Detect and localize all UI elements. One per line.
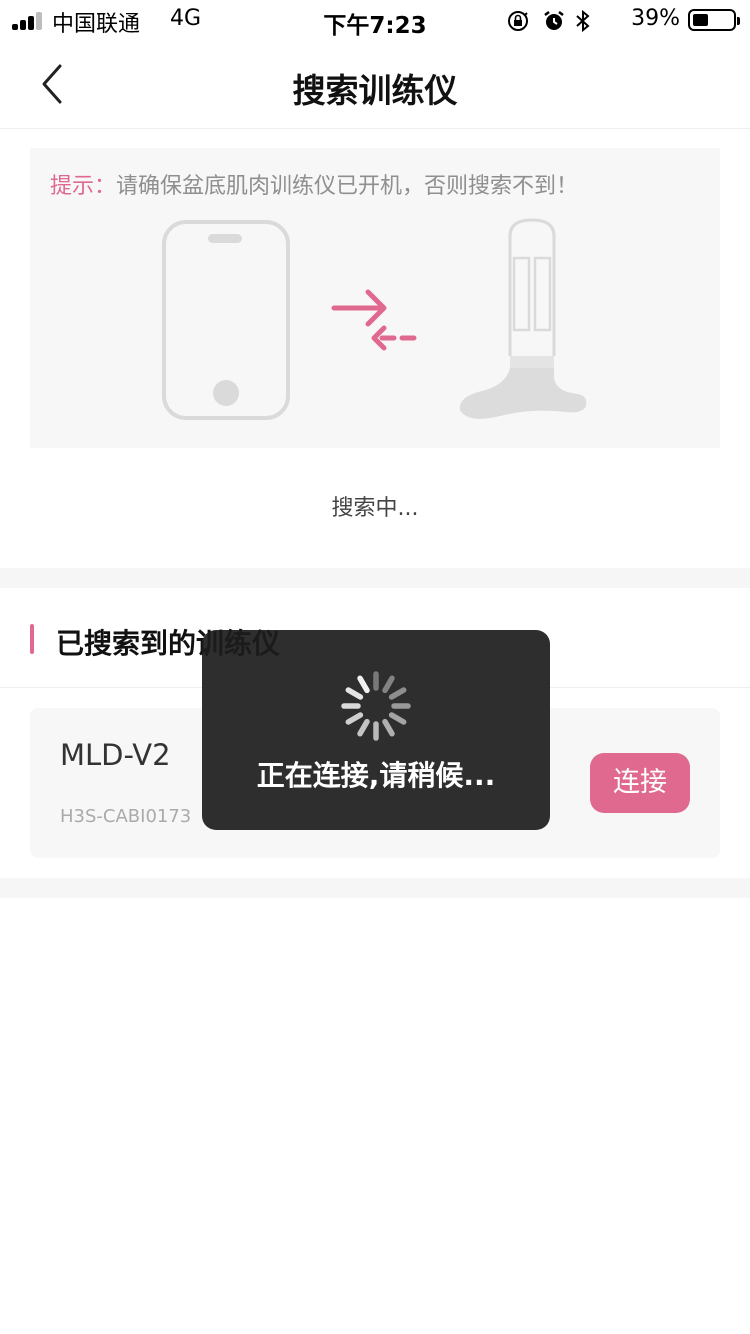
tip-text: 请确保盆底肌肉训练仪已开机，否则搜索不到！ <box>116 174 579 199</box>
tip-card: 提示：请确保盆底肌肉训练仪已开机，否则搜索不到！ <box>30 148 720 448</box>
section-divider <box>0 568 750 588</box>
transfer-arrows-icon <box>331 289 417 351</box>
battery-percent: 39% <box>631 6 680 31</box>
spinner-spoke <box>345 687 364 700</box>
search-status: 搜索中... <box>331 496 419 521</box>
bluetooth-icon <box>576 9 590 33</box>
toast-message: 正在连接,请稍候... <box>256 759 496 792</box>
spinner-spoke <box>345 712 364 725</box>
tip-label: 提示： <box>50 174 117 199</box>
battery-level <box>693 14 708 26</box>
device-name: MLD-V2 <box>60 738 171 772</box>
loading-toast: 正在连接,请稍候... <box>202 630 550 830</box>
phone-icon <box>162 220 290 420</box>
section-accent-bar <box>30 624 34 654</box>
nav-bar: 搜索训练仪 <box>0 40 750 129</box>
spinner-spoke <box>357 718 370 737</box>
spinner-icon <box>341 671 411 741</box>
device-id: H3S-CABI0173 <box>60 806 192 827</box>
spinner-spoke <box>357 675 370 694</box>
connect-button[interactable]: 连接 <box>590 753 690 813</box>
spinner-spoke <box>382 675 395 694</box>
orientation-lock-icon <box>508 11 528 31</box>
spinner-spoke <box>382 718 395 737</box>
alarm-icon <box>544 11 564 30</box>
tip-message: 提示：请确保盆底肌肉训练仪已开机，否则搜索不到！ <box>50 168 578 200</box>
spinner-spoke <box>388 712 407 725</box>
spinner-spoke <box>388 687 407 700</box>
bottom-divider <box>0 878 750 898</box>
page-title: 搜索训练仪 <box>292 71 458 110</box>
trainer-device-icon <box>459 218 587 419</box>
status-bar: 中国联通 4G 下午7:23 39% <box>0 0 750 40</box>
battery-icon <box>688 9 740 31</box>
